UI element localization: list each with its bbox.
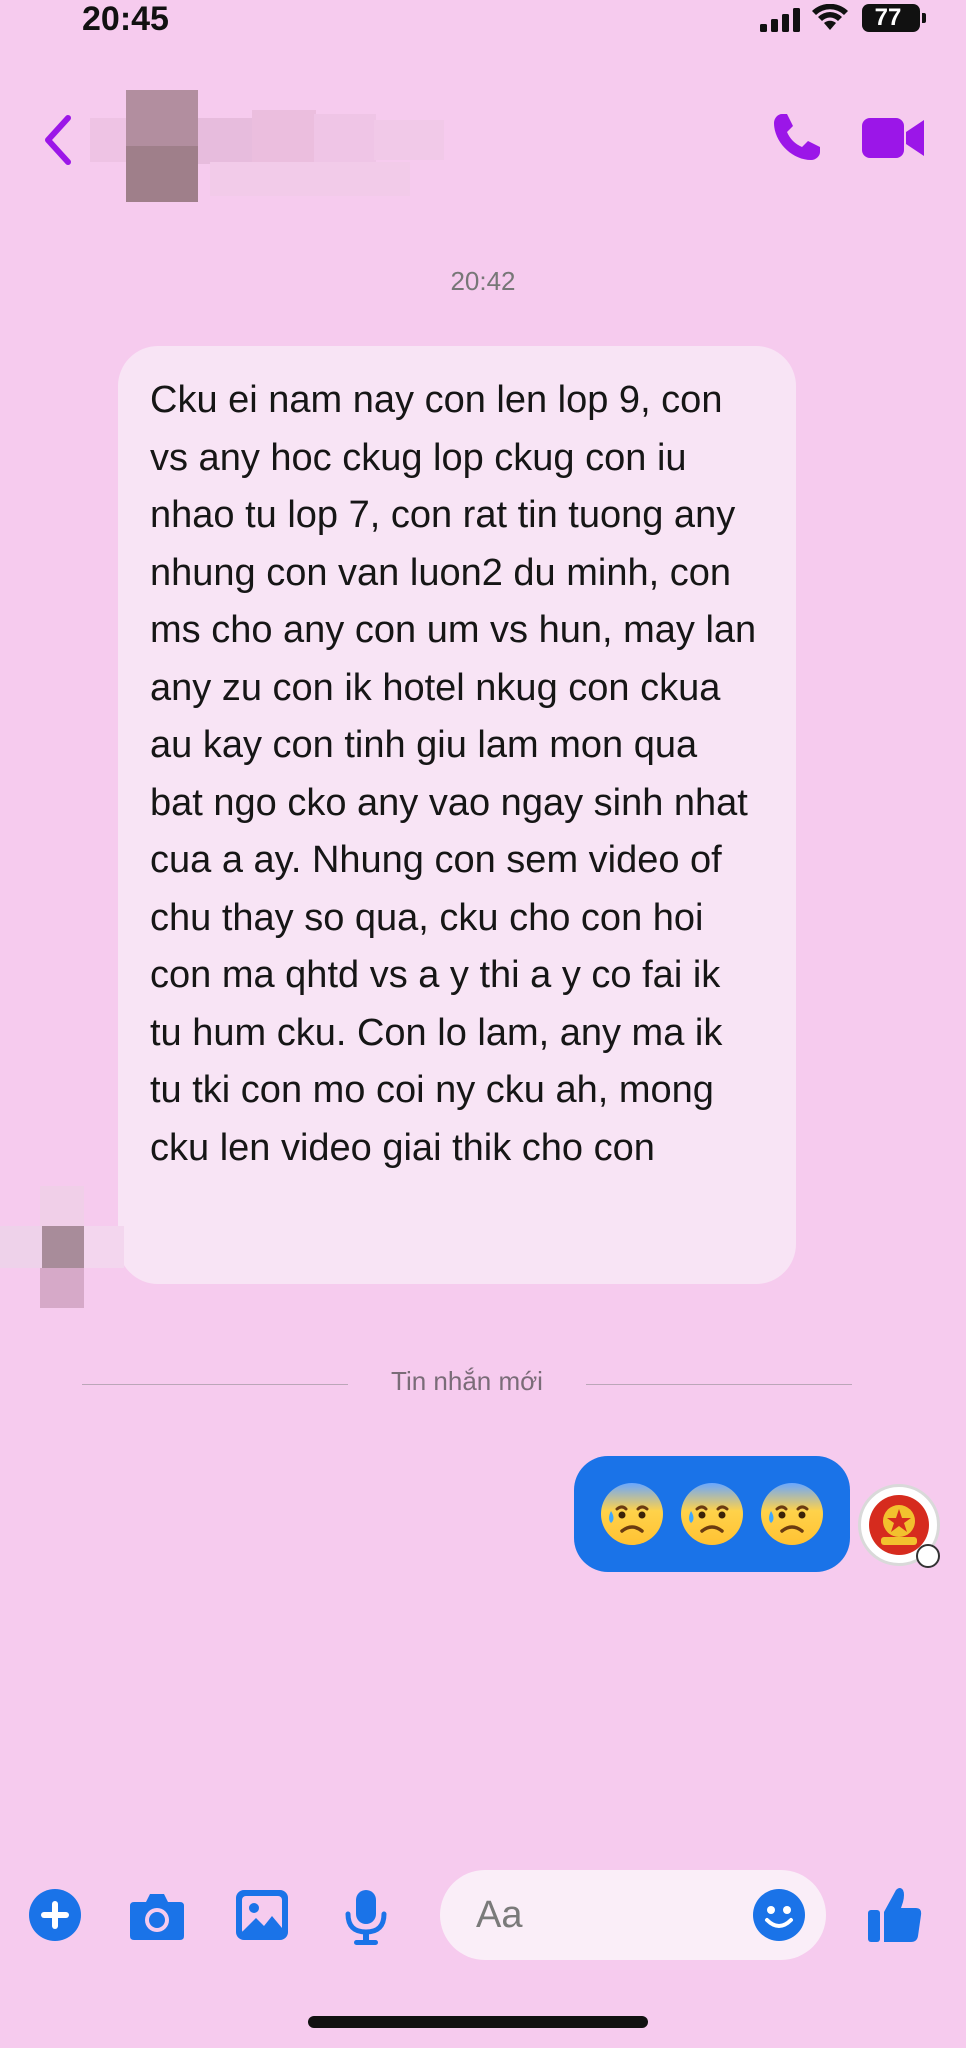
message-line: au kay con tinh giu lam mon qua: [150, 724, 698, 766]
sender-avatar-pixelated[interactable]: [0, 1186, 124, 1310]
message-line: nhao tu lop 7, con rat tin tuong any: [150, 494, 736, 536]
conversation-header: [0, 90, 966, 202]
message-line: con ma qhtd vs a y thi a y co fai ik: [150, 954, 721, 996]
message-line: chu thay so qua, cku cho con hoi: [150, 896, 704, 939]
message-composer: [0, 1870, 966, 1970]
message-line: tu hum cku. Con lo lam, any ma ik: [150, 1011, 723, 1054]
microphone-icon[interactable]: [344, 1888, 388, 1946]
cellular-signal-icon: [760, 8, 800, 32]
message-line: bat ngo cko any vao ngay sinh nhat: [150, 781, 748, 824]
camera-icon[interactable]: [128, 1888, 186, 1942]
anxious-face-sweat-icon: [761, 1483, 823, 1545]
thumbs-up-icon[interactable]: [866, 1884, 924, 1944]
message-line: vs any hoc ckug lop ckug con iu: [150, 436, 687, 479]
plus-circle-icon[interactable]: [28, 1888, 82, 1942]
outgoing-message-bubble[interactable]: [574, 1456, 850, 1572]
message-line: cku len video giai thik cho con: [150, 1126, 655, 1169]
incoming-message-bubble[interactable]: Cku ei nam nay con len lop 9, con vs any…: [118, 346, 796, 1284]
gallery-icon[interactable]: [234, 1888, 290, 1942]
message-line: any zu con ik hotel nkug con ckua: [150, 666, 721, 709]
anxious-face-sweat-icon: [601, 1483, 663, 1545]
video-camera-icon[interactable]: [860, 114, 926, 162]
message-line: ms cho any con um vs hun, may lan: [150, 609, 757, 651]
home-indicator[interactable]: [308, 2016, 648, 2028]
battery-indicator: 77: [862, 4, 926, 32]
message-timestamp: 20:42: [450, 266, 516, 296]
status-time: 20:45: [82, 0, 169, 38]
anxious-face-sweat-icon: [681, 1483, 743, 1545]
message-line: Cku ei nam nay con len lop 9, con: [150, 379, 723, 421]
divider-label: Tin nhắn mới: [391, 1366, 543, 1396]
chevron-left-icon[interactable]: [38, 112, 78, 168]
battery-level: 77: [874, 4, 902, 31]
divider-line: [586, 1384, 852, 1385]
emoji-icon[interactable]: [752, 1888, 806, 1942]
message-line: nhung con van luon2 du minh, con: [150, 551, 731, 594]
new-messages-divider: Tin nhắn mới: [82, 1366, 852, 1402]
message-line: cua a ay. Nhung con sem video of: [150, 839, 722, 881]
contact-name-pixelated[interactable]: [90, 90, 460, 202]
wifi-icon: [812, 4, 848, 30]
message-line: tu tki con mo coi ny cku ah, mong: [150, 1069, 714, 1111]
status-bar: 20:45 77: [0, 0, 966, 44]
seen-indicator: [916, 1544, 940, 1568]
phone-icon[interactable]: [768, 110, 824, 166]
